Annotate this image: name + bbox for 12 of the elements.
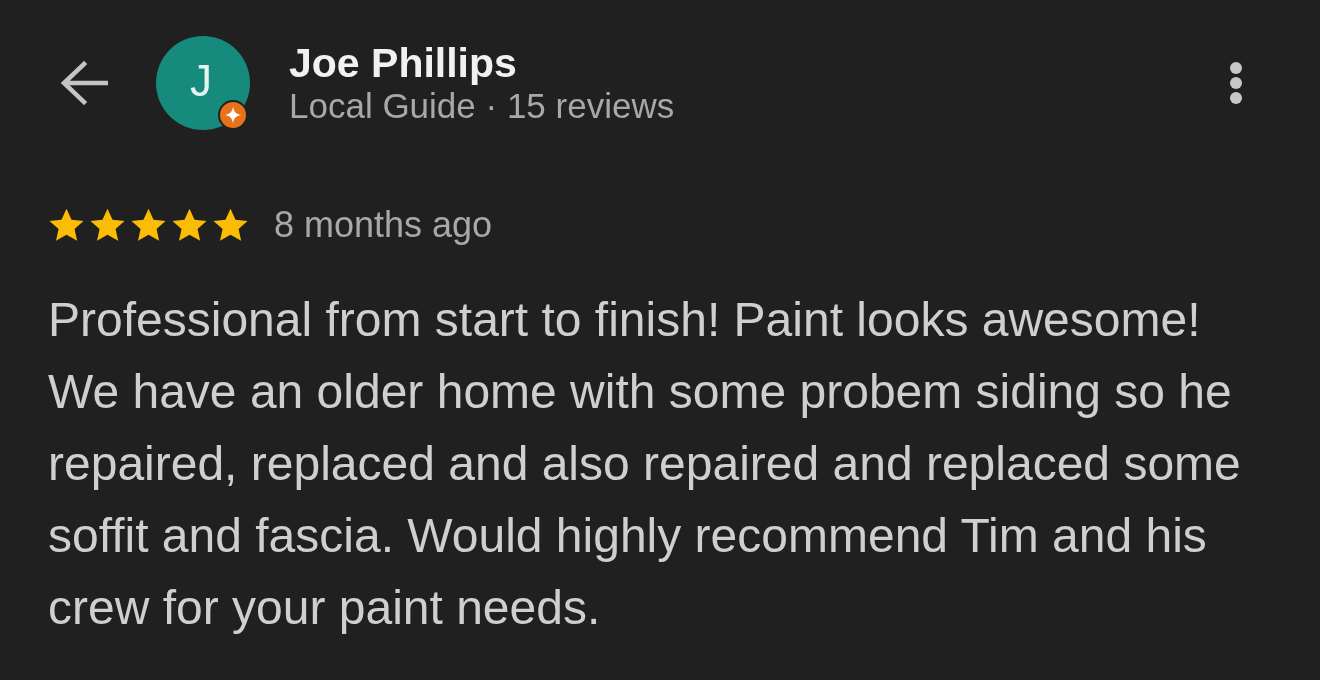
avatar-initial: J	[190, 59, 212, 103]
star-icon	[89, 207, 126, 243]
review-text: Professional from start to finish! Paint looks awesome! We have an older home with some probem siding so he repaired, replaced and also repaired and replaced some soffit and fascia. Would highly recommend Tim and his crew for your paint needs.	[48, 292, 1242, 636]
star-icon	[212, 207, 249, 243]
star-icon	[130, 207, 167, 243]
back-arrow-icon	[60, 61, 108, 105]
star-icon	[171, 207, 208, 243]
reviewer-name: Joe Phillips	[289, 39, 517, 86]
reviewer-subtitle: Local Guide · 15 reviews	[289, 85, 675, 127]
star-icon	[48, 207, 85, 243]
review-time: 8 months ago	[274, 204, 493, 246]
kebab-menu-icon	[1229, 61, 1243, 105]
